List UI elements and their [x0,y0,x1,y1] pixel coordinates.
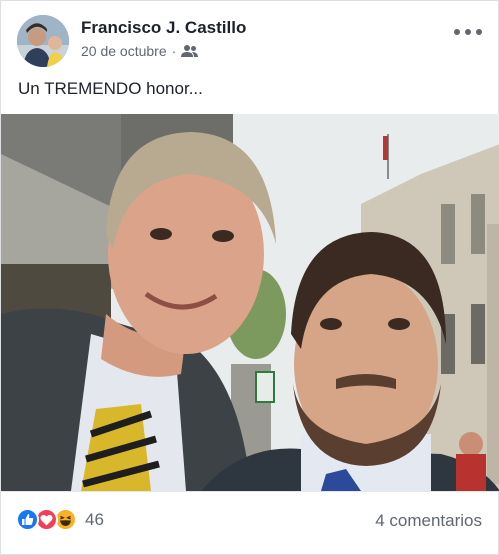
reaction-count: 46 [85,509,104,529]
more-options-dot [465,29,471,35]
post-card: Francisco J. Castillo 20 de octubre · Un… [0,0,499,555]
friends-icon[interactable] [181,44,199,58]
author-avatar[interactable] [17,15,69,67]
reactions-summary[interactable]: 46 [16,508,104,531]
avatar-photo [17,15,69,67]
post-date[interactable]: 20 de octubre [81,43,167,59]
post-text: Un TREMENDO honor... [18,79,203,98]
like-icon [16,508,39,531]
author-name[interactable]: Francisco J. Castillo [81,18,246,38]
post-footer: 46 4 comentarios [1,491,499,554]
selfie-image [1,114,499,491]
post-photo[interactable] [1,114,499,491]
more-options-dot [476,29,482,35]
more-options-icon [454,29,460,35]
meta-separator: · [171,43,177,59]
comments-count-link[interactable]: 4 comentarios [375,511,482,531]
more-options-button[interactable] [454,23,482,41]
post-meta: 20 de octubre · [81,43,199,59]
